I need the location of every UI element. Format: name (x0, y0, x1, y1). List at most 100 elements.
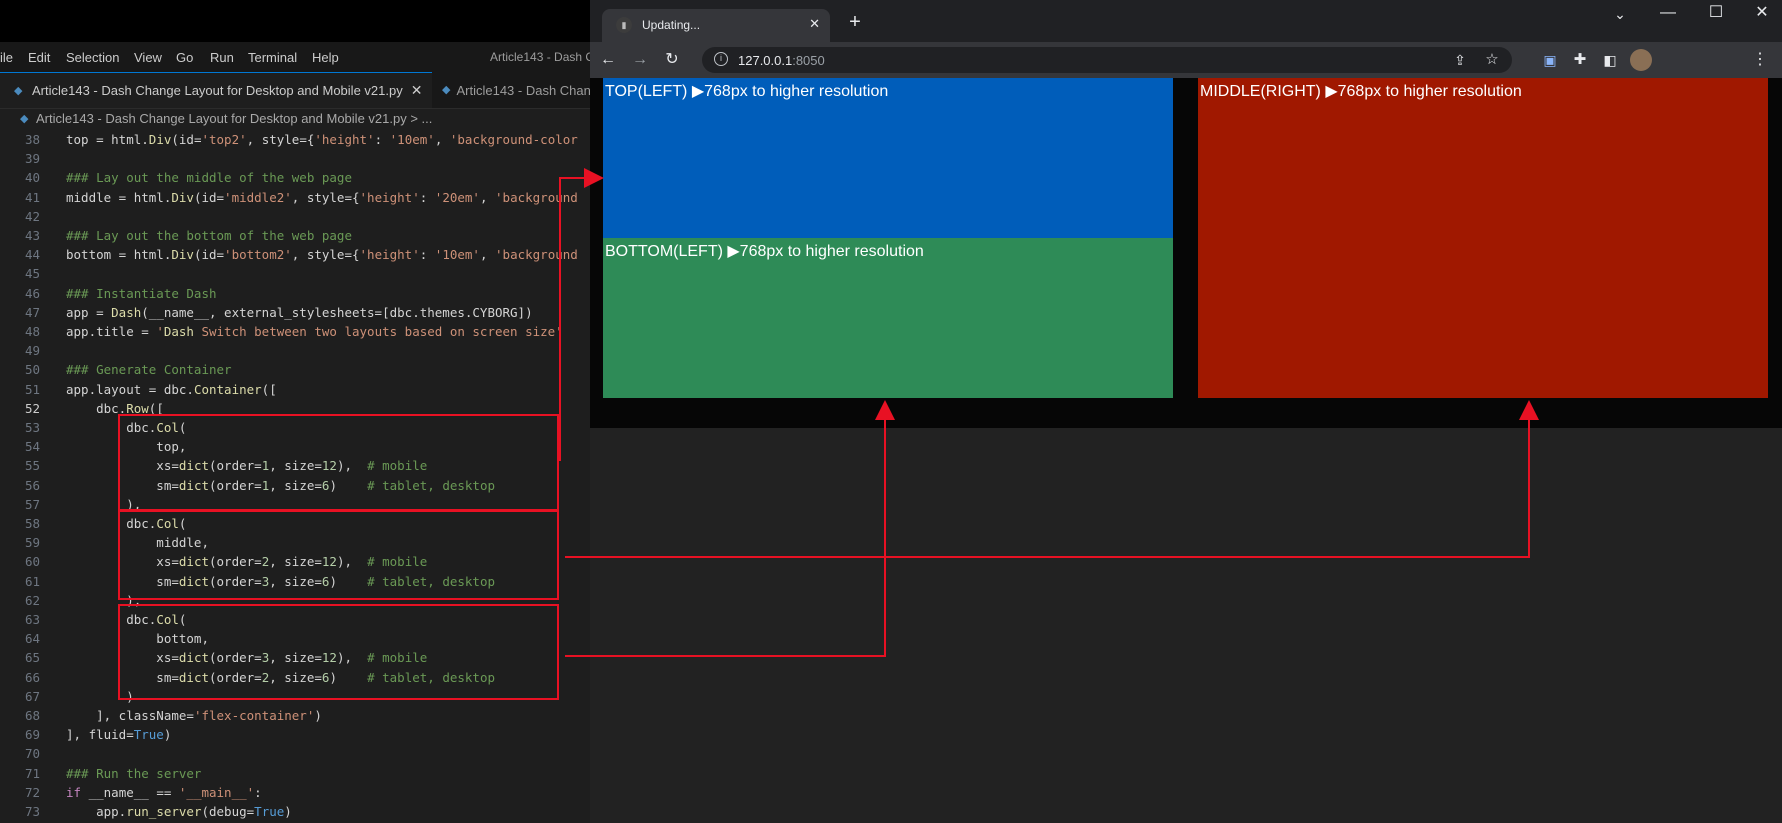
new-tab-button[interactable]: + (845, 12, 865, 32)
line-number: 45 (24, 266, 40, 282)
chrome-toolbar: ← → ↻ i 127.0.0.1:8050 ☆ ⇪ ▣ ✚ ◧ ⋮ (590, 42, 1782, 78)
python-file-icon: ◆ (14, 84, 23, 97)
middle-right-panel: MIDDLE(RIGHT) ▶768px to higher resolutio… (1198, 78, 1768, 398)
code-line[interactable]: 38 top = html.Div(id='top2', style={'heig… (0, 130, 592, 149)
top-left-panel: TOP(LEFT) ▶768px to higher resolution (603, 78, 1173, 238)
bookmark-star-icon[interactable]: ☆ (1482, 50, 1502, 70)
tab-label: Article143 - Dash Chang (456, 82, 592, 98)
minimize-icon[interactable]: — (1658, 3, 1678, 23)
line-number: 61 (24, 573, 40, 589)
tab-label: Article143 - Dash Change Layout for Desk… (32, 83, 403, 98)
line-number: 48 (24, 324, 40, 339)
code-line[interactable]: 71 ### Run the server (0, 764, 592, 783)
code-line[interactable]: 68 ], className='flex-container') (0, 706, 592, 725)
line-number: 63 (24, 612, 40, 627)
annotation-box-middle-col (118, 510, 559, 600)
code-line[interactable]: 46 ### Instantiate Dash (0, 284, 592, 303)
chrome-menu-icon[interactable]: ⋮ (1750, 50, 1770, 70)
tab-article143-other[interactable]: ◆ Article143 - Dash Chang (432, 72, 592, 108)
extension-icon[interactable]: ▣ (1540, 50, 1560, 70)
menu-terminal[interactable]: Terminal (248, 50, 297, 65)
code-line[interactable]: 40 ### Lay out the middle of the web page (0, 168, 592, 187)
code-line[interactable]: 50 ### Generate Container (0, 360, 592, 379)
code-text: app = Dash(__name__, external_stylesheet… (66, 304, 533, 320)
code-text: middle = html.Div(id='middle2', style={'… (66, 189, 578, 205)
line-number: 52 (24, 400, 40, 416)
menu-run[interactable]: Run (210, 50, 234, 65)
forward-arrow-icon[interactable]: → (630, 50, 650, 70)
menu-selection[interactable]: Selection (66, 50, 119, 65)
line-number: 43 (24, 228, 40, 243)
code-line[interactable]: 69 ], fluid=True) (0, 725, 592, 744)
browser-tab[interactable]: ▮ Updating... ✕ (602, 9, 830, 42)
url-host: 127.0.0.1 (738, 53, 793, 68)
editor-tabs: ◆ Article143 - Dash Change Layout for De… (0, 72, 592, 109)
code-line[interactable]: 73 app.run_server(debug=True) (0, 802, 592, 821)
code-line[interactable]: 48 app.title = 'Dash Switch between two l… (0, 322, 592, 341)
vscode-window: ile Edit Selection View Go Run Terminal … (0, 0, 592, 823)
menu-view[interactable]: View (134, 50, 162, 65)
menu-help[interactable]: Help (312, 50, 339, 65)
line-number: 38 (24, 132, 40, 147)
annotation-box-top-col (118, 414, 559, 511)
url-text: 127.0.0.1:8050 (738, 53, 825, 68)
line-number: 60 (24, 554, 40, 570)
maximize-icon[interactable]: ☐ (1706, 3, 1726, 23)
code-line[interactable]: 45 (0, 264, 592, 283)
reload-icon[interactable]: ↻ (662, 50, 682, 70)
code-line[interactable]: 44 bottom = html.Div(id='bottom2', style=… (0, 245, 592, 264)
site-info-icon[interactable]: i (714, 52, 728, 66)
code-line[interactable]: 70 (0, 744, 592, 763)
address-bar[interactable]: i 127.0.0.1:8050 ☆ ⇪ (702, 47, 1512, 73)
menu-file[interactable]: ile (0, 50, 13, 65)
line-number: 54 (24, 439, 40, 455)
code-text: ### Generate Container (66, 362, 232, 378)
menu-edit[interactable]: Edit (28, 50, 50, 65)
line-number: 65 (24, 650, 40, 666)
code-line[interactable]: 72 if __name__ == '__main__': (0, 783, 592, 802)
line-number: 47 (24, 304, 40, 320)
code-text: ### Instantiate Dash (66, 285, 217, 301)
puzzle-extensions-icon[interactable]: ✚ (1570, 50, 1590, 70)
browser-viewport: TOP(LEFT) ▶768px to higher resolution BO… (590, 78, 1782, 823)
code-text: app.layout = dbc.Container([ (66, 381, 277, 397)
tab-search-chevron-icon[interactable]: ⌄ (1610, 4, 1630, 24)
code-text: if __name__ == '__main__': (66, 784, 262, 800)
line-number: 58 (24, 516, 40, 531)
profile-avatar[interactable] (1630, 49, 1652, 71)
bottom-left-panel: BOTTOM(LEFT) ▶768px to higher resolution (603, 238, 1173, 398)
top-panel-label: TOP(LEFT) ▶768px to higher resolution (605, 83, 889, 100)
code-line[interactable]: 49 (0, 341, 592, 360)
code-text: ], fluid=True) (66, 727, 172, 743)
close-tab-icon[interactable]: ✕ (411, 82, 423, 99)
url-port: :8050 (792, 53, 825, 68)
line-number: 57 (24, 496, 40, 512)
line-number: 62 (24, 592, 40, 608)
line-number: 70 (24, 746, 40, 762)
share-icon[interactable]: ⇪ (1450, 50, 1470, 70)
line-number: 51 (24, 381, 40, 397)
close-tab-icon[interactable]: ✕ (809, 16, 820, 32)
side-panel-icon[interactable]: ◧ (1600, 50, 1620, 70)
code-line[interactable]: 42 (0, 207, 592, 226)
menu-go[interactable]: Go (176, 50, 193, 65)
line-number: 69 (24, 727, 40, 743)
code-line[interactable]: 43 ### Lay out the bottom of the web page (0, 226, 592, 245)
code-line[interactable]: 51 app.layout = dbc.Container([ (0, 380, 592, 399)
code-line[interactable]: 47 app = Dash(__name__, external_styleshe… (0, 303, 592, 322)
back-arrow-icon[interactable]: ← (598, 50, 618, 70)
python-file-icon: ◆ (20, 113, 29, 125)
code-text: app.run_server(debug=True) (66, 804, 292, 819)
line-number: 71 (24, 765, 40, 781)
close-window-icon[interactable]: ✕ (1752, 3, 1772, 23)
code-text: app.title = 'Dash Switch between two lay… (66, 324, 563, 339)
breadcrumb-path[interactable]: Article143 - Dash Change Layout for Desk… (36, 111, 432, 126)
code-line[interactable]: 39 (0, 149, 592, 168)
dark-strip (0, 0, 592, 42)
window-title: Article143 - Dash C (490, 50, 592, 64)
tab-article143-v21[interactable]: ◆ Article143 - Dash Change Layout for De… (0, 72, 432, 108)
line-number: 73 (24, 804, 40, 819)
line-number: 50 (24, 362, 40, 378)
line-number: 49 (24, 343, 40, 359)
code-line[interactable]: 41 middle = html.Div(id='middle2', style=… (0, 188, 592, 207)
